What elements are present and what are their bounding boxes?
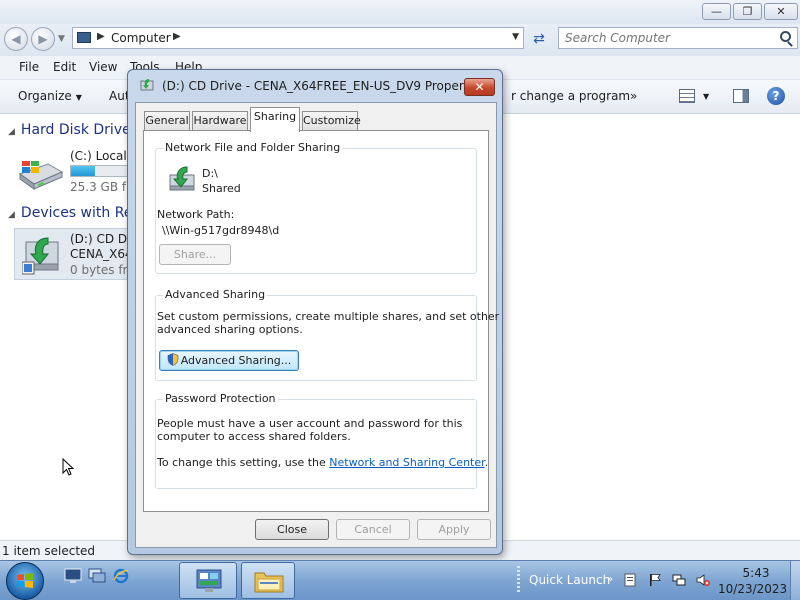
menu-file[interactable]: File bbox=[19, 60, 39, 74]
explorer-titlebar[interactable]: — ❐ ✕ bbox=[0, 0, 800, 24]
taskbar-button-explorer[interactable] bbox=[241, 562, 295, 599]
search-input[interactable] bbox=[565, 30, 765, 46]
group-title: Advanced Sharing bbox=[163, 288, 268, 301]
collapse-triangle-icon: ◢ bbox=[8, 127, 15, 137]
taskbar-button-control-panel[interactable] bbox=[179, 562, 237, 599]
cd-drive-icon bbox=[140, 79, 154, 91]
search-box[interactable] bbox=[558, 27, 798, 49]
menu-edit[interactable]: Edit bbox=[53, 60, 76, 74]
action-center-flag-icon[interactable] bbox=[648, 573, 662, 587]
windows-logo-icon bbox=[17, 573, 33, 588]
search-icon[interactable] bbox=[780, 31, 791, 42]
password-protection-line3: To change this setting, use the Network … bbox=[157, 456, 488, 469]
close-button[interactable]: Close bbox=[255, 519, 329, 540]
network-path-label: Network Path: bbox=[157, 208, 235, 221]
password-protection-line2: computer to access shared folders. bbox=[157, 430, 351, 443]
address-dropdown-icon[interactable]: ▼ bbox=[512, 32, 519, 42]
local-disk-capacity-bar bbox=[70, 165, 130, 177]
control-panel-icon bbox=[196, 569, 222, 592]
dialog-close-button[interactable]: ✕ bbox=[464, 78, 495, 96]
share-state: Shared bbox=[202, 182, 241, 195]
uac-shield-icon bbox=[167, 353, 179, 366]
breadcrumb-chevron-icon[interactable]: ▶ bbox=[173, 31, 181, 42]
back-button[interactable]: ◀ bbox=[4, 27, 28, 51]
view-options-dropdown-icon[interactable]: ▼ bbox=[703, 92, 709, 101]
chevron-down-icon: ▼ bbox=[75, 93, 82, 102]
tab-customize[interactable]: Customize bbox=[302, 111, 361, 131]
tab-general[interactable]: General bbox=[144, 111, 190, 131]
organize-button[interactable]: Organize ▼ bbox=[18, 89, 82, 103]
cd-drive-volume-label: CENA_X64 bbox=[70, 247, 133, 261]
internet-explorer-icon[interactable] bbox=[112, 568, 130, 584]
hard-drive-icon bbox=[18, 161, 64, 190]
group-title: Network File and Folder Sharing bbox=[163, 141, 343, 154]
breadcrumb-chevron-icon[interactable]: ▶ bbox=[97, 31, 105, 42]
uninstall-program-button[interactable]: r change a program bbox=[511, 89, 630, 103]
minimize-button[interactable]: — bbox=[702, 3, 731, 20]
menu-view[interactable]: View bbox=[89, 60, 117, 74]
more-commands-icon[interactable]: » bbox=[630, 89, 637, 103]
advanced-sharing-group: Advanced Sharing Set custom permissions,… bbox=[155, 288, 499, 381]
refresh-button[interactable]: ⇄ bbox=[528, 28, 550, 50]
tab-sharing[interactable]: Sharing bbox=[250, 107, 300, 132]
help-icon[interactable]: ? bbox=[767, 87, 785, 105]
recent-pages-dropdown[interactable]: ▼ bbox=[58, 34, 65, 44]
section-removable-storage[interactable]: ◢ Devices with Re bbox=[8, 205, 132, 221]
advanced-sharing-description-line2: advanced sharing options. bbox=[157, 323, 303, 336]
collapse-triangle-icon: ◢ bbox=[8, 210, 15, 220]
address-bar[interactable]: ▶ Computer ▶ ▼ bbox=[72, 27, 524, 49]
cd-drive-icon bbox=[22, 237, 59, 275]
maximize-button[interactable]: ❐ bbox=[733, 3, 762, 20]
advanced-sharing-description-line1: Set custom permissions, create multiple … bbox=[157, 310, 500, 323]
switch-windows-icon[interactable] bbox=[88, 568, 106, 584]
sharing-tab-panel: Network File and Folder Sharing D:\ Shar… bbox=[143, 130, 499, 512]
quick-launch-expand-icon[interactable]: » bbox=[607, 574, 613, 585]
network-sharing-center-link[interactable]: Network and Sharing Center bbox=[329, 456, 484, 469]
line3-suffix: . bbox=[484, 456, 489, 469]
apply-button[interactable]: Apply bbox=[417, 519, 491, 540]
show-desktop-button[interactable] bbox=[790, 561, 800, 600]
network-icon[interactable] bbox=[672, 573, 686, 587]
password-protection-line1: People must have a user account and pass… bbox=[157, 417, 463, 430]
cancel-button[interactable]: Cancel bbox=[336, 519, 410, 540]
tab-hardware[interactable]: Hardware bbox=[192, 111, 248, 131]
change-view-icon[interactable] bbox=[679, 89, 695, 103]
close-window-button[interactable]: ✕ bbox=[764, 3, 798, 20]
show-desktop-icon[interactable] bbox=[64, 568, 82, 584]
folder-icon bbox=[254, 572, 284, 593]
document-icon[interactable] bbox=[623, 573, 637, 587]
dialog-title: (D:) CD Drive - CENA_X64FREE_EN-US_DV9 P… bbox=[162, 79, 486, 93]
shared-drive-icon bbox=[169, 166, 195, 191]
clock-time[interactable]: 5:43 bbox=[738, 566, 774, 580]
advanced-sharing-button-label: Advanced Sharing... bbox=[180, 354, 292, 367]
line3-prefix: To change this setting, use the bbox=[157, 456, 330, 469]
network-sharing-group: Network File and Folder Sharing D:\ Shar… bbox=[155, 141, 477, 274]
properties-dialog: (D:) CD Drive - CENA_X64FREE_EN-US_DV9 P… bbox=[127, 69, 503, 555]
taskbar-grip[interactable] bbox=[517, 566, 520, 594]
forward-button[interactable]: ▶ bbox=[31, 27, 55, 51]
password-protection-group: Password Protection People must have a u… bbox=[155, 392, 488, 489]
section-hard-disk-drives[interactable]: ◢ Hard Disk Drives bbox=[8, 122, 138, 138]
section-title: Hard Disk Drives bbox=[20, 122, 139, 138]
address-row: ◀ ▶ ▼ ▶ Computer ▶ ▼ ⇄ bbox=[0, 24, 800, 56]
clock-date[interactable]: 10/23/2023 bbox=[718, 582, 787, 596]
status-text: 1 item selected bbox=[2, 544, 96, 558]
capacity-fill bbox=[71, 166, 96, 176]
organize-label: Organize bbox=[18, 89, 72, 103]
share-path-short: D:\ bbox=[202, 167, 218, 180]
breadcrumb-computer[interactable]: Computer bbox=[111, 31, 171, 45]
quick-launch-label[interactable]: Quick Launch bbox=[529, 573, 610, 587]
mouse-cursor-icon bbox=[62, 458, 74, 476]
preview-pane-icon[interactable] bbox=[733, 89, 749, 103]
dialog-body: General Hardware Sharing Customize Netwo… bbox=[135, 102, 499, 548]
volume-muted-icon[interactable] bbox=[696, 573, 710, 587]
dialog-titlebar[interactable]: (D:) CD Drive - CENA_X64FREE_EN-US_DV9 P… bbox=[132, 78, 486, 96]
cd-drive-label[interactable]: (D:) CD Dri bbox=[70, 232, 135, 246]
share-button[interactable]: Share... bbox=[159, 244, 231, 265]
group-title: Password Protection bbox=[163, 392, 278, 405]
computer-icon bbox=[77, 32, 91, 43]
advanced-sharing-button[interactable]: Advanced Sharing... bbox=[159, 350, 299, 371]
section-title: Devices with Re bbox=[20, 205, 133, 221]
network-path-value: \\Win-g517gdr8948\d bbox=[162, 224, 280, 237]
